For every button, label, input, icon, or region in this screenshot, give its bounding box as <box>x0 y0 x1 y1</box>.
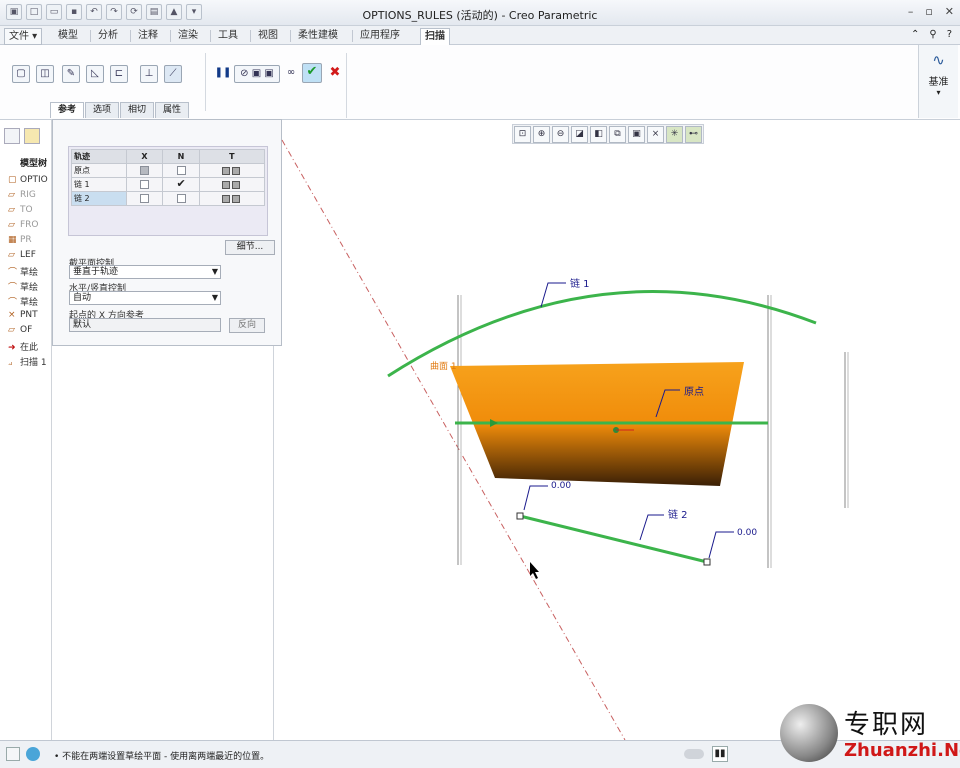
dim-1-leader <box>523 485 548 511</box>
navigator-toggle-icon[interactable] <box>6 747 20 761</box>
chain-1-label[interactable]: 链 1 <box>570 277 590 290</box>
chain-2-end-handle[interactable] <box>703 558 711 566</box>
chain-2-label[interactable]: 链 2 <box>668 508 688 521</box>
status-message: • 不能在两端设置草绘平面 - 使用离两端最近的位置。 <box>54 752 270 762</box>
selection-filter-icon[interactable]: ▮▮ <box>712 746 728 762</box>
origin-label[interactable]: 原点 <box>684 386 704 398</box>
watermark-ball <box>780 704 838 762</box>
dimension-value[interactable]: 0.00 <box>551 481 571 491</box>
watermark-url: Zhuanzhi.Net <box>844 740 960 761</box>
watermark-logo: 专职网 Zhuanzhi.Net <box>778 702 960 764</box>
graphics-viewport[interactable]: 链 1 原点 链 2 曲面 1 0.00 0.00 <box>0 0 960 768</box>
browser-toggle-icon[interactable] <box>26 747 40 761</box>
dimension-value[interactable]: 0.00 <box>737 528 757 538</box>
chain-2-start-handle[interactable] <box>516 512 524 520</box>
surface-label[interactable]: 曲面 1 <box>430 361 457 372</box>
watermark-text: 专职网 <box>844 710 929 740</box>
regen-indicator <box>684 749 704 759</box>
mouse-cursor-icon <box>530 562 539 579</box>
dim-2-leader <box>708 531 734 559</box>
chain-2-curve[interactable] <box>519 514 708 564</box>
chain-2-leader <box>639 514 664 541</box>
